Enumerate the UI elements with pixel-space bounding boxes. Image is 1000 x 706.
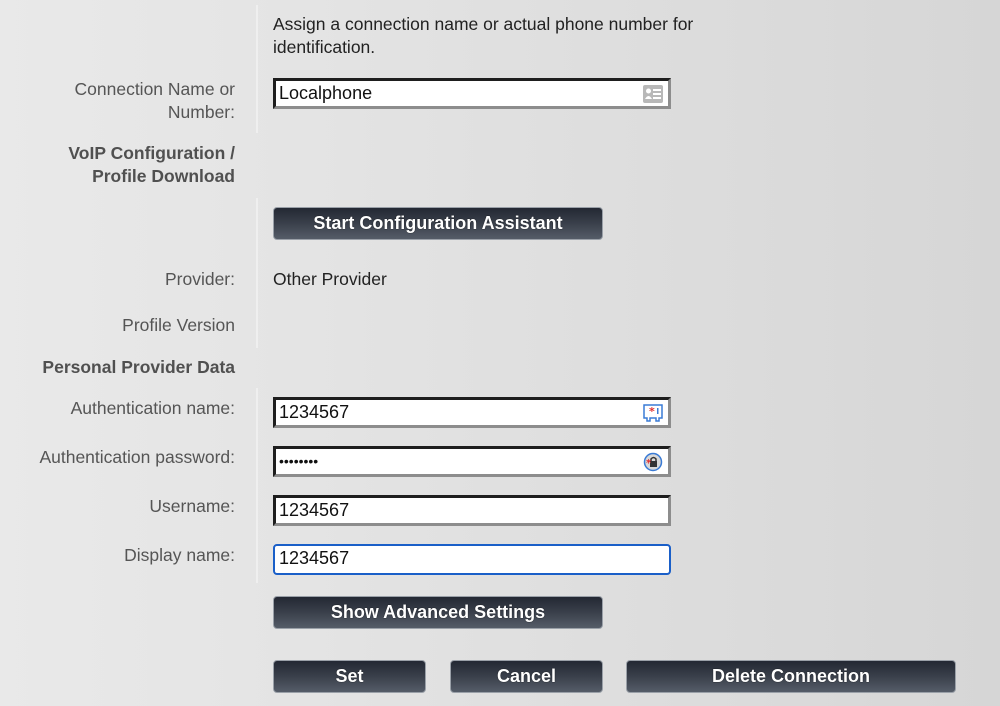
show-advanced-settings-button[interactable]: Show Advanced Settings xyxy=(273,596,603,629)
username-input[interactable]: 1234567 xyxy=(273,495,671,526)
password-manager-lock-icon[interactable]: * xyxy=(642,452,664,472)
display-name-label: Display name: xyxy=(124,545,235,565)
voip-heading-line-1: VoIP Configuration / xyxy=(68,143,235,163)
start-configuration-assistant-button[interactable]: Start Configuration Assistant xyxy=(273,207,603,240)
profile-version-label: Profile Version xyxy=(122,315,235,335)
svg-text:*: * xyxy=(649,405,655,418)
contact-card-icon[interactable] xyxy=(642,84,664,104)
authentication-password-value: •••••••• xyxy=(279,453,319,469)
delete-connection-button[interactable]: Delete Connection xyxy=(626,660,956,693)
connection-name-value: Localphone xyxy=(279,83,373,103)
username-label: Username: xyxy=(149,496,235,516)
intro-text: Assign a connection name or actual phone… xyxy=(273,13,693,59)
provider-value: Other Provider xyxy=(273,269,387,289)
connection-label-line-1: Connection Name or xyxy=(74,79,236,99)
display-name-input[interactable]: 1234567 xyxy=(273,544,671,575)
authentication-name-input[interactable]: 1234567 * xyxy=(273,397,671,428)
username-value: 1234567 xyxy=(279,500,350,520)
authentication-name-label: Authentication name: xyxy=(70,398,235,418)
voip-section-heading: VoIP Configuration / Profile Download xyxy=(68,142,235,188)
authentication-password-input[interactable]: •••••••• * xyxy=(273,446,671,477)
column-divider xyxy=(256,198,258,348)
column-divider xyxy=(256,5,258,133)
authentication-password-label: Authentication password: xyxy=(39,447,235,467)
display-name-value: 1234567 xyxy=(279,548,350,568)
set-button[interactable]: Set xyxy=(273,660,426,693)
column-divider xyxy=(256,388,258,583)
connection-name-label: Connection Name or Number: xyxy=(75,78,236,124)
password-manager-key-icon[interactable]: * xyxy=(642,403,664,423)
intro-line-2: identification. xyxy=(273,37,376,57)
connection-label-line-2: Number: xyxy=(167,102,235,122)
svg-text:*: * xyxy=(646,458,652,469)
intro-line-1: Assign a connection name or actual phone… xyxy=(273,14,694,34)
authentication-name-value: 1234567 xyxy=(279,402,350,422)
personal-provider-data-heading: Personal Provider Data xyxy=(42,357,235,377)
provider-label: Provider: xyxy=(164,269,235,289)
connection-name-input[interactable]: Localphone xyxy=(273,78,671,109)
cancel-button[interactable]: Cancel xyxy=(450,660,603,693)
voip-heading-line-2: Profile Download xyxy=(92,166,235,186)
